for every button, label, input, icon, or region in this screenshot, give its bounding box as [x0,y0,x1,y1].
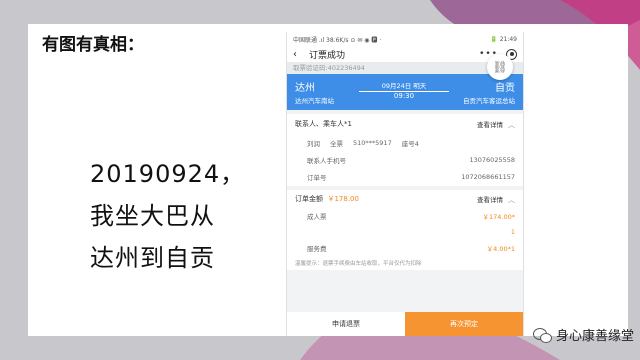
adult-ticket-row: 成人票 ￥174.00* [287,208,523,224]
status-bar: 中国联通 .ıl 38.6K/s ⊙ ✉ ◉ 🅿 · 🔋 21:49 [287,32,523,46]
contact-row: 联系人手机号 13076025558 [287,152,523,168]
refund-button[interactable]: 申请退票 [287,312,405,336]
route-to: 自贡 [495,83,515,94]
order-row: 订单号 1072068661157 [287,168,523,186]
adult-qty-row: 1 [287,224,523,240]
route-from: 达州 [295,83,315,94]
passenger-id: 510***5917 [353,139,392,147]
passenger-ticket-type: 全票 [330,140,343,148]
slide-line-date: 20190924， [90,160,246,188]
slide-card: 有图有真相： 20190924， 我坐大巴从 达州到自贡 中国联通 .ıl 38… [28,24,628,336]
order-label: 订单号 [307,174,327,182]
order-value: 1072068661157 [461,173,515,181]
slide-line-2: 我坐大巴从 [90,202,215,230]
route-banner: 达州 09月24日 明天 09:30 自贡 达州汽车南站 自贡汽车客运总站 [287,74,523,110]
route-date: 09月24日 明天 [359,80,449,92]
nav-bar: ‹ 订票成功 ••• [287,46,523,62]
passenger-section-header[interactable]: 联系人、乘车人*1 查看详情 ︿ [287,114,523,134]
amount-label: 订单金额 [295,195,323,203]
passenger-row: 刘润 全票 510***5917 座号4 [287,134,523,152]
passenger-name: 刘润 [307,140,320,148]
passenger-details-link[interactable]: 查看详情 [477,121,503,129]
passenger-section-label: 联系人、乘车人*1 [295,120,352,128]
bottom-bar: 申请退票 再次预定 [287,312,523,336]
share-link-icon[interactable]: ⛓ [487,54,513,80]
back-icon[interactable]: ‹ [293,49,303,60]
contact-label: 联系人手机号 [307,157,346,165]
book-again-button[interactable]: 再次预定 [405,312,523,336]
adult-price: ￥174.00* [482,213,516,221]
tip-text: 温馨提示：退票手续费由车站收取，平台仅代为扣除 [295,261,422,267]
adult-qty: 1 [510,228,515,236]
slide-line-3: 达州到自贡 [90,244,215,272]
status-right: 🔋 21:49 [490,35,517,43]
chevron-up-icon: ︿ [508,120,515,129]
route-time: 09:30 [393,92,415,100]
tip-row: 温馨提示：退票手续费由车站收取，平台仅代为扣除 [287,256,523,270]
passenger-seat: 座号4 [401,140,419,148]
amount-section-header[interactable]: 订单金额 ￥178.00 查看详情 ︿ [287,190,523,208]
phone-screenshot: 中国联通 .ıl 38.6K/s ⊙ ✉ ◉ 🅿 · 🔋 21:49 ‹ 订票成… [286,32,524,336]
slide-heading: 有图有真相： [42,35,144,55]
adult-label: 成人票 [307,213,327,221]
chevron-up-icon: ︿ [508,195,515,204]
service-label: 服务费 [307,245,327,253]
status-left: 中国联通 .ıl 38.6K/s ⊙ ✉ ◉ 🅿 · [293,36,382,44]
wechat-icon [532,327,552,343]
amount-value: ￥178.00 [327,195,359,203]
contact-value: 13076025558 [469,156,516,164]
amount-details-link[interactable]: 查看详情 [477,196,503,204]
route-from-station: 达州汽车南站 [295,97,334,105]
watermark-text: 身心康善缘堂 [555,329,634,344]
route-to-station: 自贡汽车客运总站 [463,97,515,105]
service-price: ￥4.00*1 [486,245,515,253]
service-fee-row: 服务费 ￥4.00*1 [287,240,523,256]
watermark: 身心康善缘堂 [532,325,634,344]
page-title: 订票成功 [309,50,346,61]
